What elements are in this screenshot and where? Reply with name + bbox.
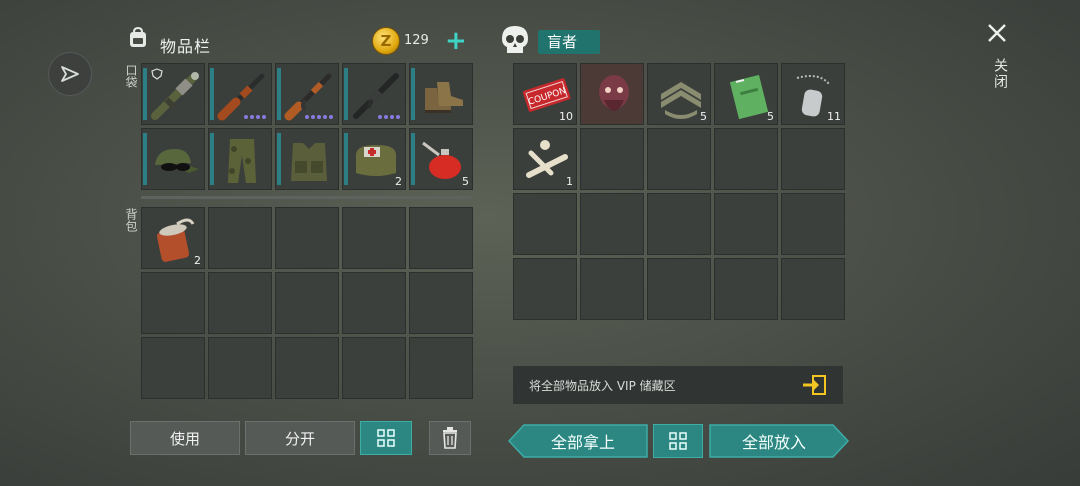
close-label: 关闭 <box>992 58 1008 90</box>
empty-slot[interactable] <box>342 337 406 399</box>
empty-slot[interactable] <box>781 128 845 190</box>
item-count: 5 <box>767 110 774 123</box>
navigate-button[interactable] <box>48 52 92 96</box>
empty-slot[interactable] <box>141 337 205 399</box>
add-coins-button[interactable]: + <box>445 28 467 54</box>
empty-slot[interactable] <box>647 258 711 320</box>
empty-slot[interactable] <box>781 193 845 255</box>
loot-slot[interactable]: 1 <box>513 128 577 190</box>
loot-grid: COUPON 10 5 5 11 1 <box>513 63 845 320</box>
empty-slot[interactable] <box>580 193 644 255</box>
item-count: 11 <box>827 110 841 123</box>
mutant-head-icon <box>599 75 629 111</box>
inventory-slot[interactable] <box>275 128 339 190</box>
empty-slot[interactable] <box>275 272 339 334</box>
empty-slot[interactable] <box>409 272 473 334</box>
empty-slot[interactable] <box>714 128 778 190</box>
empty-slot[interactable] <box>580 128 644 190</box>
sort-inventory-button[interactable] <box>360 421 412 455</box>
inventory-slot[interactable] <box>342 63 406 125</box>
item-count: 2 <box>194 254 201 267</box>
cap-sunglasses-icon <box>155 149 199 173</box>
vip-storage-label: 将全部物品放入 VIP 储藏区 <box>529 378 676 393</box>
trash-icon <box>443 427 457 449</box>
inventory-slot[interactable] <box>275 63 339 125</box>
close-icon <box>988 24 1006 42</box>
inventory-title: 物品栏 <box>160 37 212 56</box>
inventory-slot[interactable] <box>208 63 272 125</box>
inventory-slot[interactable]: 5 <box>409 128 473 190</box>
take-all-label: 全部拿上 <box>550 433 615 452</box>
put-all-button[interactable]: 全部放入 <box>709 424 849 458</box>
put-all-label: 全部放入 <box>741 433 806 452</box>
empty-slot[interactable] <box>409 207 473 269</box>
trash-button[interactable] <box>429 421 471 455</box>
backpack-icon <box>126 26 150 54</box>
empty-slot[interactable] <box>781 258 845 320</box>
camo-pants-icon <box>228 139 256 183</box>
sort-loot-button[interactable] <box>653 424 703 458</box>
item-count: 5 <box>700 110 707 123</box>
empty-slot[interactable] <box>342 272 406 334</box>
loot-slot[interactable]: 5 <box>647 63 711 125</box>
empty-slot[interactable] <box>513 193 577 255</box>
upgrade-dots <box>305 115 333 119</box>
paper-plane-icon <box>61 66 79 82</box>
empty-slot[interactable] <box>409 337 473 399</box>
tactical-vest-icon <box>291 143 327 181</box>
empty-slot[interactable] <box>342 207 406 269</box>
item-count: 10 <box>559 110 573 123</box>
empty-slot[interactable] <box>714 258 778 320</box>
grid-sort-icon <box>377 429 395 447</box>
empty-slot[interactable] <box>208 272 272 334</box>
pocket-label: 口袋 <box>124 64 138 88</box>
empty-slot[interactable] <box>647 193 711 255</box>
pocket-grid: 2 5 <box>141 63 473 190</box>
vip-storage-bar[interactable]: 将全部物品放入 VIP 储藏区 <box>513 366 843 404</box>
upgrade-dots <box>244 115 266 119</box>
inventory-slot[interactable]: 2 <box>141 207 205 269</box>
boots-icon <box>425 82 463 113</box>
inventory-slot[interactable]: 2 <box>342 128 406 190</box>
loot-slot[interactable]: COUPON 10 <box>513 63 577 125</box>
empty-slot[interactable] <box>208 337 272 399</box>
close-button[interactable] <box>986 22 1008 48</box>
backpack-label: 背包 <box>124 208 138 232</box>
item-count: 5 <box>462 175 469 188</box>
divider <box>141 196 471 199</box>
empty-slot[interactable] <box>714 193 778 255</box>
loot-slot[interactable]: 11 <box>781 63 845 125</box>
empty-slot[interactable] <box>647 128 711 190</box>
inventory-slot[interactable] <box>409 63 473 125</box>
coin-icon: Z <box>372 27 400 55</box>
empty-slot[interactable] <box>275 207 339 269</box>
empty-slot[interactable] <box>580 258 644 320</box>
inventory-slot[interactable] <box>141 63 205 125</box>
rocket-launcher-icon <box>151 72 199 120</box>
empty-slot[interactable] <box>275 337 339 399</box>
skull-icon <box>500 24 530 60</box>
empty-slot[interactable] <box>208 207 272 269</box>
backpack-grid: 2 <box>141 207 473 399</box>
move-to-vip-icon[interactable] <box>801 374 827 396</box>
split-button[interactable]: 分开 <box>245 421 355 455</box>
empty-slot[interactable] <box>513 258 577 320</box>
inventory-slot[interactable] <box>141 128 205 190</box>
corpse-name: 盲者 <box>538 30 600 54</box>
coin-count: 129 <box>404 33 429 48</box>
loot-slot[interactable] <box>580 63 644 125</box>
empty-slot[interactable] <box>141 272 205 334</box>
take-all-button[interactable]: 全部拿上 <box>508 424 648 458</box>
grid-sort-icon <box>669 432 687 450</box>
use-button[interactable]: 使用 <box>130 421 240 455</box>
upgrade-dots <box>378 115 400 119</box>
loot-slot[interactable]: 5 <box>714 63 778 125</box>
item-count: 1 <box>566 175 573 188</box>
inventory-slot[interactable] <box>208 128 272 190</box>
item-count: 2 <box>395 175 402 188</box>
